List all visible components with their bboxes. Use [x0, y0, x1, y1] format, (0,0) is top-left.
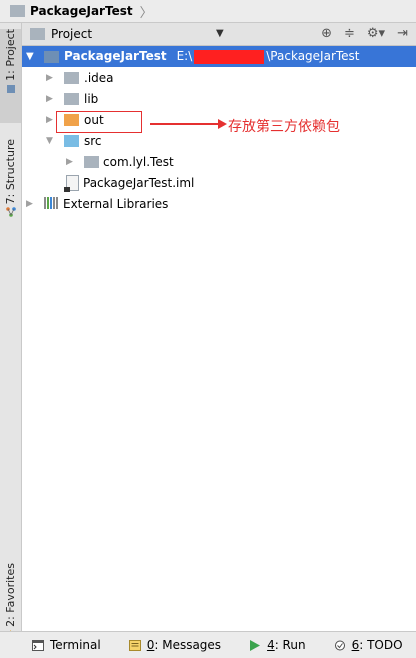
run-play-icon: [250, 639, 261, 651]
tree-row-external-libraries[interactable]: ▶ External Libraries: [22, 193, 416, 214]
tree-row-iml[interactable]: PackageJarTest.iml: [22, 172, 416, 193]
panel-toolbar: ⊕ ≑ ⚙▾ ⇥: [321, 26, 408, 41]
tree-row-src[interactable]: ▼ src: [22, 130, 416, 151]
collapse-arrow-icon[interactable]: ▶: [46, 73, 53, 83]
annotation-arrow-line: [150, 123, 220, 125]
annotation-arrow-head-icon: [218, 119, 227, 129]
annotation-text: 存放第三方依赖包: [228, 119, 340, 135]
root-path-prefix: E:\: [176, 49, 193, 64]
root-name: PackageJarTest: [64, 49, 167, 64]
tree-item-label: lib: [84, 91, 99, 106]
scroll-from-source-icon[interactable]: ⊕: [321, 26, 332, 41]
collapse-arrow-icon[interactable]: ▶: [46, 94, 53, 104]
terminal-tool-button[interactable]: Terminal: [32, 638, 101, 652]
module-folder-icon: [44, 50, 59, 63]
redacted-path-mark: [194, 49, 265, 64]
tree-row-idea[interactable]: ▶ .idea: [22, 67, 416, 88]
tree-row-root[interactable]: ▼ PackageJarTest E:\ \PackageJarTest: [22, 46, 416, 67]
tree-row-package[interactable]: ▶ com.lyl.Test: [22, 151, 416, 172]
expand-arrow-icon[interactable]: ▼: [46, 136, 53, 146]
messages-label: : Messages: [154, 638, 222, 652]
panel-header: Project ▼ ⊕ ≑ ⚙▾ ⇥: [22, 23, 416, 46]
collapse-arrow-icon[interactable]: ▶: [26, 199, 33, 209]
tab-structure-label: 7: Structure: [4, 139, 17, 205]
project-panel: Project ▼ ⊕ ≑ ⚙▾ ⇥ ▼ PackageJarTest E:\ \P…: [22, 23, 416, 631]
todo-label: : TODO: [359, 638, 403, 652]
tab-favorites-label: 2: Favorites: [4, 563, 17, 627]
lib-highlight-box: [56, 111, 142, 133]
run-shortcut: 4: [267, 638, 275, 652]
breadcrumb-project-title[interactable]: PackageJarTest: [30, 4, 133, 18]
tree-item-label: PackageJarTest.iml: [83, 175, 195, 190]
breadcrumb-separator: 〉: [139, 5, 153, 21]
terminal-icon: [32, 639, 44, 651]
navigation-bar: PackageJarTest 〉: [0, 0, 416, 23]
folder-icon: [64, 92, 79, 105]
tree-item-label: src: [84, 133, 102, 148]
breadcrumb[interactable]: PackageJarTest 〉: [10, 2, 153, 21]
collapse-arrow-icon[interactable]: ▶: [66, 157, 73, 167]
project-tab-icon: [6, 84, 15, 93]
libraries-icon: [44, 197, 58, 209]
messages-tool-button[interactable]: 0: Messages: [128, 638, 222, 652]
structure-icon: [5, 207, 16, 218]
run-label: : Run: [274, 638, 306, 652]
collapse-arrow-icon[interactable]: ▶: [46, 115, 53, 125]
view-dropdown-icon[interactable]: ▼: [216, 28, 224, 39]
terminal-label: Terminal: [50, 638, 101, 652]
iml-file-icon: [64, 175, 79, 192]
expand-arrow-icon[interactable]: ▼: [26, 51, 34, 62]
source-folder-icon: [64, 134, 79, 147]
run-tool-button[interactable]: 4: Run: [249, 638, 306, 652]
panel-title[interactable]: Project: [51, 27, 92, 41]
tree-item-label: External Libraries: [63, 196, 169, 211]
left-tool-strip: 1: Project 7: Structure 2: Favorites ★: [0, 23, 22, 643]
tab-project[interactable]: 1: Project: [0, 29, 21, 123]
panel-folder-icon: [30, 28, 45, 40]
tree-row-lib[interactable]: ▶ lib: [22, 88, 416, 109]
messages-icon: [128, 639, 141, 651]
tree-item-label: com.lyl.Test: [103, 154, 174, 169]
package-icon: [84, 155, 99, 168]
todo-tool-button[interactable]: 6: TODO: [334, 638, 403, 652]
project-folder-icon: [10, 5, 25, 17]
tree-item-label: .idea: [84, 70, 114, 85]
collapse-all-icon[interactable]: ≑: [344, 26, 355, 41]
bottom-tool-bar: Terminal 0: Messages 4: Run 6: TODO: [0, 631, 416, 658]
settings-gear-icon[interactable]: ⚙▾: [367, 26, 385, 41]
folder-icon: [64, 71, 79, 84]
root-path-suffix: \PackageJarTest: [266, 49, 360, 64]
tab-project-label: 1: Project: [4, 29, 17, 81]
todo-icon: [334, 640, 345, 650]
tab-structure[interactable]: 7: Structure: [0, 139, 21, 221]
hide-panel-icon[interactable]: ⇥: [397, 26, 408, 41]
